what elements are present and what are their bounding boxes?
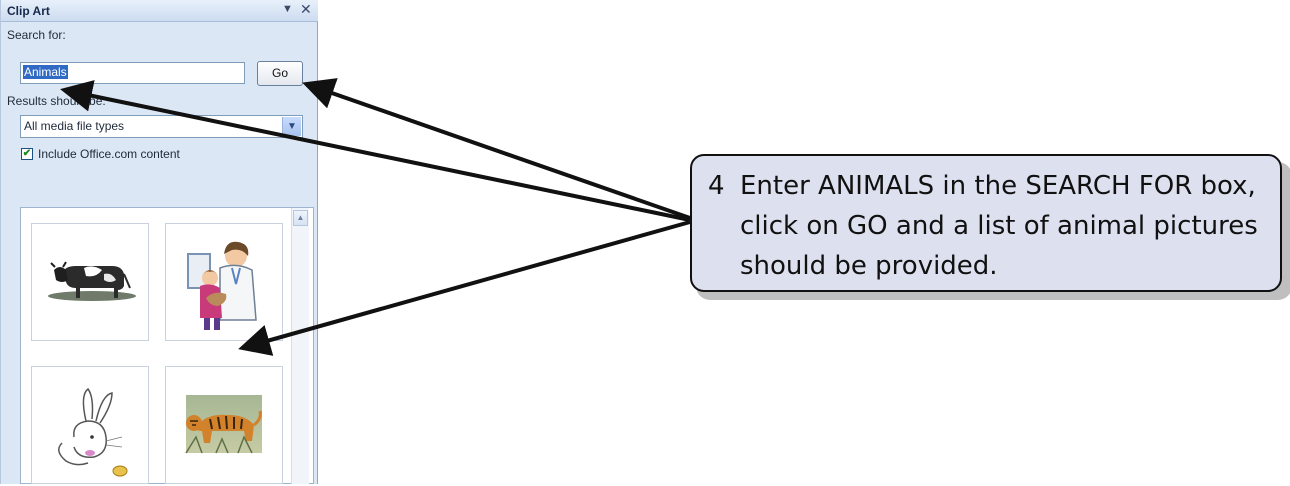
chevron-down-icon[interactable]: ▼ bbox=[282, 117, 301, 136]
pane-title-bar: Clip Art ▼ ✕ bbox=[1, 0, 318, 22]
close-icon[interactable]: ✕ bbox=[300, 1, 312, 18]
rabbit-clipart-icon bbox=[58, 387, 128, 477]
include-office-label: Include Office.com content bbox=[38, 147, 180, 161]
arrow-to-go-button bbox=[302, 78, 691, 220]
clip-thumbnail[interactable] bbox=[165, 223, 283, 341]
results-should-be-label: Results should be: bbox=[7, 94, 106, 108]
search-input[interactable]: Animals bbox=[20, 62, 245, 84]
clip-art-pane: Clip Art ▼ ✕ Search for: Animals Go Resu… bbox=[0, 0, 318, 484]
veterinarian-clipart-icon bbox=[187, 241, 257, 330]
search-input-value: Animals bbox=[23, 65, 68, 79]
search-for-label: Search for: bbox=[7, 28, 66, 42]
clip-thumbnail[interactable] bbox=[165, 366, 283, 484]
results-scrollbar[interactable]: ▲ bbox=[291, 208, 309, 484]
media-type-value: All media file types bbox=[24, 119, 125, 133]
clip-thumbnail[interactable] bbox=[31, 366, 149, 484]
clip-thumbnail[interactable] bbox=[31, 223, 149, 341]
step-number: 4 bbox=[708, 171, 725, 201]
cow-clipart-icon bbox=[48, 261, 136, 301]
tiger-clipart-icon bbox=[185, 395, 262, 454]
pane-title: Clip Art bbox=[7, 4, 50, 18]
pane-menu-icon[interactable]: ▼ bbox=[282, 3, 293, 15]
scroll-up-icon[interactable]: ▲ bbox=[293, 210, 308, 226]
go-button[interactable]: Go bbox=[257, 61, 303, 86]
include-office-checkbox[interactable]: ✔ bbox=[21, 148, 33, 160]
media-type-select[interactable]: All media file types ▼ bbox=[20, 115, 303, 138]
instruction-callout: 4 Enter ANIMALS in the SEARCH FOR box, c… bbox=[690, 154, 1282, 292]
instruction-text: Enter ANIMALS in the SEARCH FOR box, cli… bbox=[740, 171, 1258, 281]
